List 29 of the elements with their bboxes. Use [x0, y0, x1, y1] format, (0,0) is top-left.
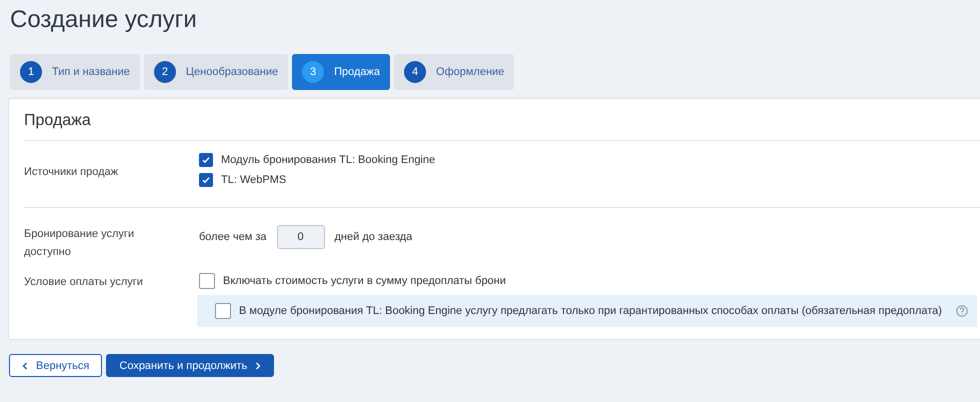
field-prefix: более чем за	[199, 231, 267, 243]
checkbox-label: TL: WebPMS	[221, 174, 286, 186]
checkbox[interactable]	[199, 273, 215, 289]
checkbox-label: Модуль бронирования TL: Booking Engine	[221, 154, 436, 166]
step-number: 3	[302, 61, 324, 83]
chevron-right-icon	[255, 362, 262, 370]
section-title: Продажа	[24, 111, 92, 131]
step-number: 4	[404, 61, 426, 83]
save-continue-button[interactable]: Сохранить и продолжить	[106, 354, 274, 377]
field-label: Источники продаж	[24, 165, 120, 180]
days-input[interactable]: 0	[276, 225, 325, 249]
step-number: 2	[154, 61, 176, 83]
field-label: Бронирование услуги доступно	[24, 227, 136, 260]
step-tab[interactable]: 4 Оформление	[394, 54, 514, 90]
step-number: 1	[20, 61, 42, 83]
field-suffix: дней до заезда	[334, 231, 412, 243]
step-tab[interactable]: 2 Ценообразование	[144, 54, 288, 90]
step-tab[interactable]: 3 Продажа	[292, 54, 390, 90]
chevron-left-icon	[22, 362, 28, 370]
page-title: Создание услуги	[9, 5, 198, 35]
checkbox[interactable]	[215, 303, 231, 319]
checkbox-label: В модуле бронирования TL: Booking Engine услугу предлагать только при гарантированных способах оплаты (обязательная предоплата)	[239, 305, 942, 317]
checkbox[interactable]	[199, 153, 213, 167]
back-button[interactable]: Вернуться	[9, 354, 102, 377]
field-label: Условие оплаты услуги	[24, 275, 144, 290]
step-tab[interactable]: 1 Тип и название	[10, 54, 140, 90]
help-icon[interactable]	[956, 305, 968, 317]
checkbox-label: Включать стоимость услуги в сумму предоплаты брони	[223, 275, 506, 287]
checkbox[interactable]	[199, 173, 213, 187]
